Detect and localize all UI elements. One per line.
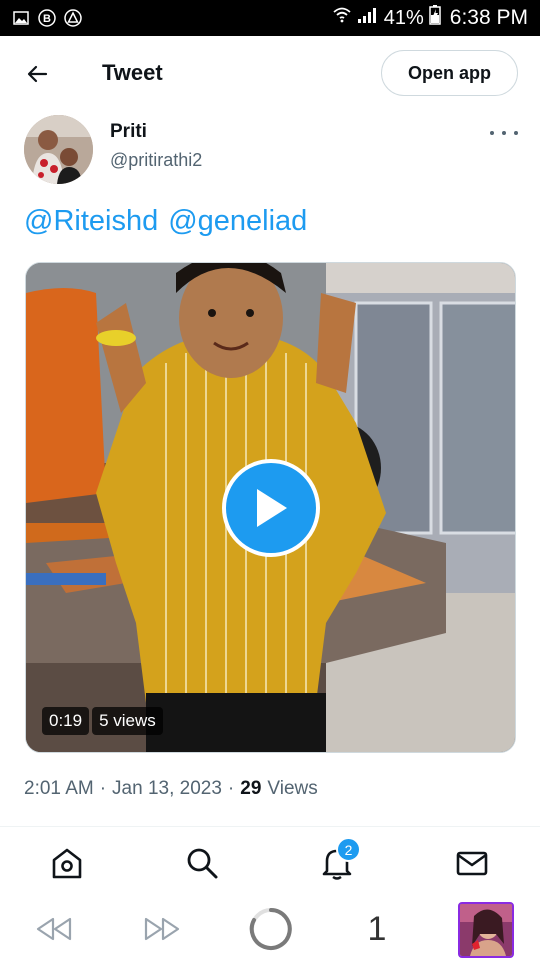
play-button[interactable] (222, 459, 320, 557)
search-icon[interactable] (184, 845, 220, 881)
profile-thumbnail-image[interactable] (458, 902, 514, 958)
back-arrow-icon[interactable] (24, 60, 52, 88)
mention-link[interactable]: @geneliad (168, 205, 307, 238)
wifi-icon (332, 6, 352, 30)
open-app-button[interactable]: Open app (381, 50, 518, 96)
tweet-time[interactable]: 2:01 AM (24, 778, 94, 800)
views-label: Views (267, 778, 318, 799)
author-handle[interactable]: @pritirathi2 (110, 150, 202, 171)
fast-forward-icon[interactable] (142, 911, 182, 947)
meta-separator: · (99, 778, 107, 799)
bottom-tab-bar: 2 (0, 827, 540, 899)
video-info-badges: 0:19 5 views (42, 707, 163, 735)
author-name[interactable]: Priti (110, 121, 147, 143)
rewind-icon[interactable] (34, 911, 74, 947)
gallery-icon (12, 9, 30, 27)
delta-circle-icon (64, 9, 82, 27)
more-options-icon[interactable] (490, 124, 518, 142)
video-player[interactable]: 0:19 5 views (25, 262, 516, 753)
b-circle-icon: B (38, 9, 56, 27)
home-icon[interactable] (49, 845, 85, 881)
battery-icon (429, 5, 441, 31)
video-duration: 0:19 (42, 707, 90, 735)
tab-count[interactable]: 1 (364, 910, 390, 948)
browser-nav-bar: 1 (0, 899, 540, 960)
page-title: Tweet (102, 60, 163, 85)
tweet-meta: 2:01 AM · Jan 13, 2023 · 29 Views (24, 778, 318, 800)
clock-time: 6:38 PM (449, 6, 528, 29)
video-views: 5 views (92, 707, 163, 735)
status-bar: B 41% 6:38 PM (0, 0, 540, 36)
mention-link[interactable]: @Riteishd (24, 205, 158, 238)
page-header: Tweet Open app (0, 36, 540, 110)
meta-separator: · (227, 778, 235, 799)
loading-spinner-icon[interactable] (248, 906, 294, 952)
notification-badge: 2 (336, 837, 361, 862)
tweet-date[interactable]: Jan 13, 2023 (112, 778, 222, 800)
svg-text:B: B (43, 13, 51, 25)
avatar[interactable] (24, 115, 93, 184)
signal-icon (357, 6, 379, 30)
messages-envelope-icon[interactable] (454, 845, 490, 881)
battery-percent: 41% (383, 6, 424, 29)
tweet-text: @Riteishd @geneliad (24, 205, 307, 238)
view-count: 29 (240, 778, 262, 799)
